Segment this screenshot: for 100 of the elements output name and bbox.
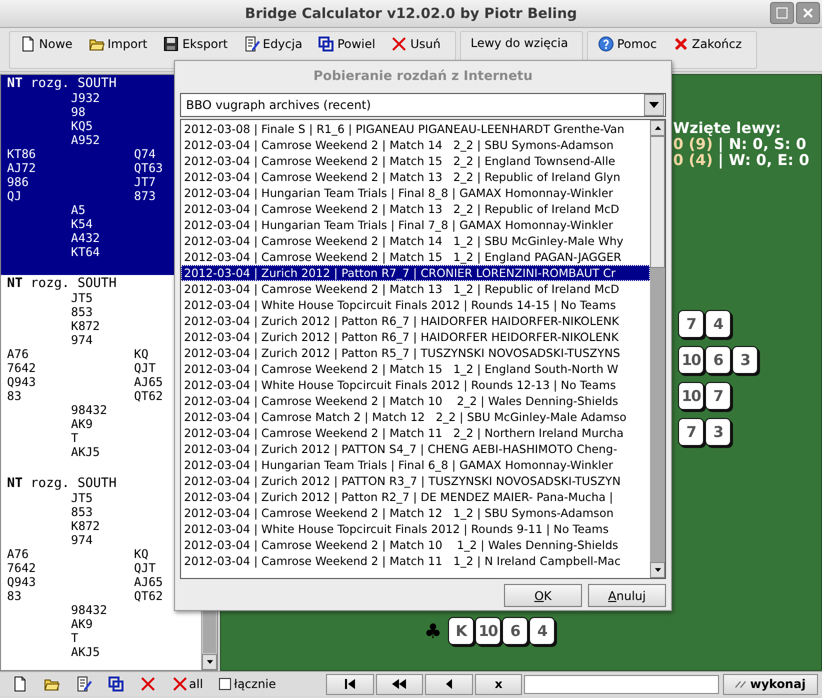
trick-count: 0 (9) [673,136,713,152]
hand-holding: AK9 [71,417,94,431]
playing-card[interactable]: 7 [678,418,704,446]
toolbar-button[interactable]: Edycja [240,34,306,54]
tool-button[interactable] [106,674,126,694]
hand-holding: Q943 [7,575,37,589]
command-field[interactable] [524,674,719,694]
playing-card[interactable]: 7 [678,310,704,338]
hand-holding: AJ72 [7,161,37,175]
scroll-down-button[interactable] [202,654,217,670]
hand-holding: T [71,431,80,445]
toolbar-button[interactable]: Pomoc [594,34,661,54]
document-pencil-icon [244,36,260,52]
toolbar-button[interactable]: Usuń [387,34,445,54]
document-pencil-icon [76,676,92,692]
hand-holding: JT5 [71,491,94,505]
hand-holding: AJ65 [134,575,164,589]
hand-holding: 98432 [71,603,108,617]
cross-icon [391,36,408,52]
hand-holding: 98432 [71,403,108,417]
hand-holding: K872 [71,319,101,333]
playing-card[interactable]: 3 [732,346,758,374]
scrollbar[interactable] [650,120,665,578]
archive-item[interactable]: 2012-03-04 | Camrose Match 2 | Match 12 2_2 | SBU McGinley-Male Adamso [181,409,650,425]
archive-item[interactable]: 2012-03-04 | Camrose Weekend 2 | Match 10 2_2 | Wales Denning-Shields [181,393,650,409]
archive-item[interactable]: 2012-03-04 | Camrose Weekend 2 | Match 11 2_2 | Northern Ireland Murcha [181,425,650,441]
nav-button[interactable]: x [474,674,522,694]
archive-item[interactable]: 2012-03-04 | Zurich 2012 | Patton R6_7 | HAIDORFER HAIDORFER-NIKOLENK [181,313,650,329]
hand-holding: 853 [71,305,94,319]
hand-holding: A5 [71,203,86,217]
playing-card[interactable]: 7 [705,382,731,410]
checkbox[interactable] [219,678,232,690]
toolbar-button[interactable]: Nowe [16,34,77,54]
playing-card[interactable]: 10 [474,617,501,645]
help-icon [598,36,614,52]
hand-holding: 7642 [7,561,37,575]
archive-item[interactable]: 2012-03-04 | Zurich 2012 | Patton R5_7 | TUSZYNSKI NOVOSADSKI-TUSZYNS [181,345,650,361]
archive-item[interactable]: 2012-03-04 | Zurich 2012 | PATTON S4_7 | CHENG AEBI-HASHIMOTO Cheng- [181,441,650,457]
playing-card[interactable]: 4 [528,617,555,645]
archive-item[interactable]: 2012-03-04 | Zurich 2012 | Patton R7_7 | CRONIER LORENZINI-ROMBAUT Cr [181,265,650,281]
archive-item[interactable]: 2012-03-04 | White House Topcircuit Finals 2012 | Rounds 14-15 | No Teams [181,297,650,313]
playing-card[interactable]: 10 [678,382,704,410]
playing-card[interactable]: K [448,617,474,645]
hand-holding: J932 [71,91,101,105]
source-dropdown[interactable]: BBO vugraph archives (recent) [180,93,666,117]
toolbar-button[interactable]: Zakończ [668,34,746,54]
archive-item[interactable]: 2012-03-04 | Camrose Weekend 2 | Match 15 1_2 | England South-North W [181,361,650,377]
trick-count: 0 (4) [673,152,713,168]
overlapping-squares-icon [318,36,334,52]
dialog-title: Pobieranie rozdań z Internetu [312,68,534,86]
playing-card[interactable]: 4 [705,310,731,338]
toolbar-button[interactable]: Powiel [314,34,380,54]
playing-card[interactable]: 3 [705,418,731,446]
hand-holding: Q943 [7,375,37,389]
playing-card[interactable]: 6 [502,617,528,645]
archive-item[interactable]: 2012-03-04 | White House Topcircuit Finals 2012 | Rounds 9-11 | No Teams [181,521,650,537]
archive-item[interactable]: 2012-03-04 | Camrose Weekend 2 | Match 13 1_2 | Republic of Ireland McD [181,281,650,297]
playing-card[interactable]: 6 [705,346,731,374]
hand-holding: QT62 [134,589,164,603]
scrollbar-thumb[interactable] [650,136,665,268]
nav-button[interactable] [376,674,424,694]
archive-item[interactable]: 2012-03-04 | White House Topcircuit Finals 2012 | Rounds 12-13 | No Teams [181,377,650,393]
hand-holding: JT5 [71,291,94,305]
tricks-detail: | N: 0, S: 0 [718,136,806,152]
archive-item[interactable]: 2012-03-04 | Zurich 2012 | PATTON R3_7 | TUSZYNSKI NOVOSADSKI-TUSZYN [181,473,650,489]
nav-button[interactable] [326,674,374,694]
cross-icon [140,676,156,692]
toolbar-button[interactable]: Lewy do wzięcia [466,34,572,52]
run-button[interactable]: wykonaj [722,674,818,694]
tricks-title: Wzięte lewy: [673,120,782,136]
archive-item[interactable]: 2012-03-04 | Zurich 2012 | Patton R2_7 | DE MENDEZ MAIER- Pana-Mucha | [181,489,650,505]
dialog-button[interactable]: OK [504,584,582,607]
hand-holding: QJ [7,189,22,203]
hand-holding: T [71,631,80,645]
hand-holding: A76 [7,347,30,361]
new-file-icon [12,676,28,692]
archive-item[interactable]: 2012-03-04 | Hungarian Team Trials | Final 6_8 | GAMAX Homonnay-Winkler [181,457,650,473]
checkbox-label: łącznie [234,677,276,691]
hand-holding: 853 [71,505,94,519]
archive-item[interactable]: 2012-03-04 | Camrose Weekend 2 | Match 11 1_2 | N Ireland Campbell-Mac [181,553,650,569]
suit-symbol: ♣ [424,619,442,643]
new-file-icon [20,36,36,52]
archive-item[interactable]: 2012-03-04 | Camrose Weekend 2 | Match 12 1_2 | SBU Symons-Adamson [181,505,650,521]
window-title: Bridge Calculator v12.02.0 by Piotr Beling [244,6,578,22]
delete-all-button[interactable]: all [170,674,206,694]
maximize-button[interactable] [770,2,794,24]
tricks-detail: | W: 0, E: 0 [718,152,810,168]
close-button[interactable] [796,2,820,24]
playing-card[interactable]: 10 [678,346,704,374]
toolbar-button[interactable]: Import [84,34,152,54]
nav-button[interactable] [425,674,473,694]
scroll-down-button[interactable] [650,562,665,578]
scroll-up-button[interactable] [650,120,665,136]
archive-item[interactable]: 2012-03-04 | Camrose Weekend 2 | Match 10 1_2 | Wales Denning-Shields [181,537,650,553]
deal-header: NT rozg. SOUTH [7,77,118,91]
hand-holding: KT64 [71,245,101,259]
dialog-button[interactable]: Anuluj [588,584,666,607]
toolbar-button[interactable]: Eksport [159,34,232,54]
hand-holding: KQ5 [71,119,94,133]
archive-item[interactable]: 2012-03-04 | Zurich 2012 | Patton R6_7 | HAIDORFER HEIDORFER-NIKOLENK [181,329,650,345]
